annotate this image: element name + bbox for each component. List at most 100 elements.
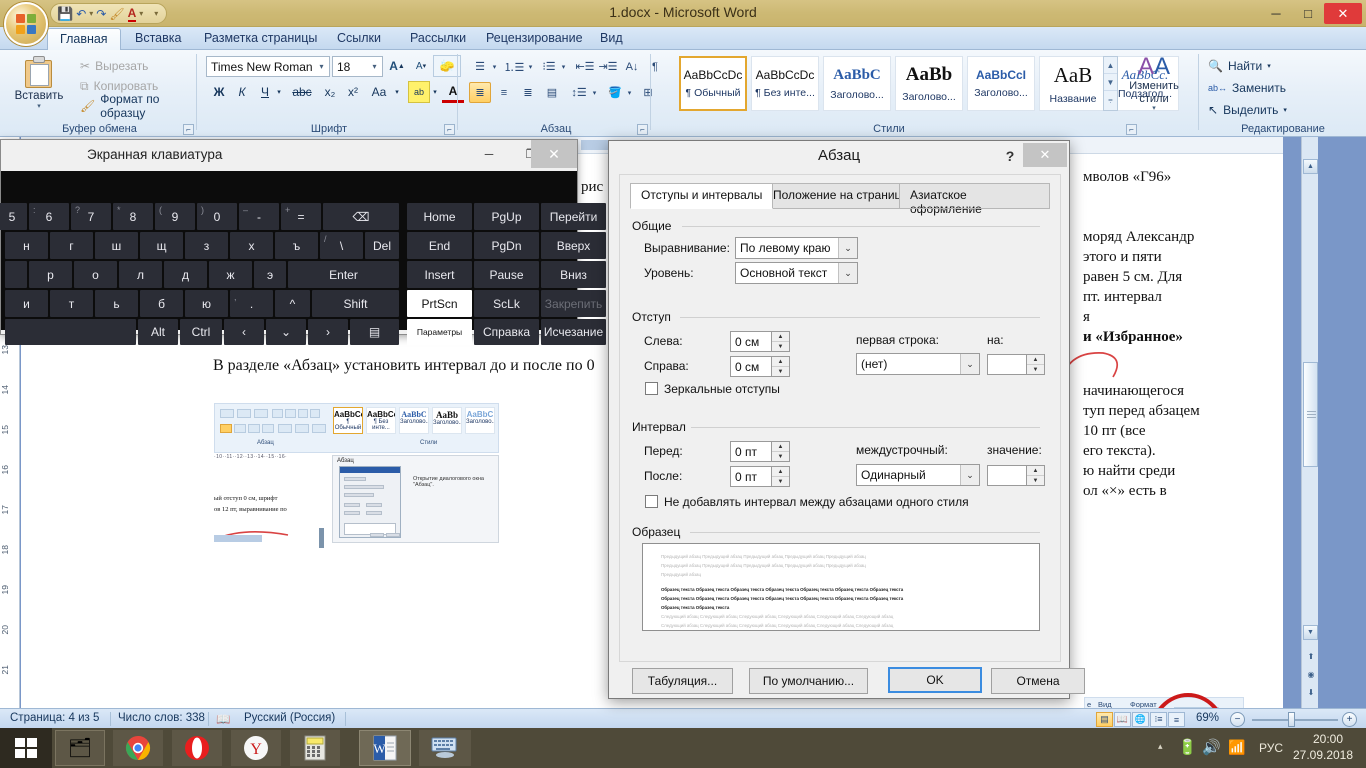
font-color-dropdown-icon[interactable]: ▾: [139, 9, 143, 18]
numbering-icon[interactable]: ⒈☰: [503, 56, 525, 77]
select-browse-object-icon[interactable]: ◉: [1304, 667, 1318, 681]
key-help[interactable]: Справка: [474, 319, 539, 345]
key-backspace[interactable]: ⌫: [323, 203, 399, 230]
key-sh[interactable]: ш: [95, 232, 138, 259]
zoom-slider-thumb[interactable]: [1288, 712, 1295, 727]
tab-page-layout[interactable]: Разметка страницы: [192, 28, 329, 50]
find-dropdown-icon[interactable]: ▾: [1267, 62, 1271, 70]
style-heading-1[interactable]: AaBbC Заголово...: [823, 56, 891, 111]
key-options[interactable]: Параметры: [407, 319, 472, 345]
italic-button[interactable]: К: [231, 81, 253, 103]
font-family-input[interactable]: Times New Roman ▾: [206, 56, 330, 77]
tray-expand-icon[interactable]: ▴: [1158, 741, 1163, 752]
tab-line-and-page-breaks[interactable]: Положение на странице: [762, 183, 919, 209]
clipboard-dialog-launcher[interactable]: ⌐: [183, 124, 194, 135]
chevron-down-icon[interactable]: ▾: [367, 62, 382, 71]
taskbar-calculator-button[interactable]: [290, 730, 340, 766]
spinner-up-icon[interactable]: ▲: [772, 332, 789, 342]
chevron-down-icon[interactable]: ⌄: [960, 465, 979, 485]
view-full-screen-reading-button[interactable]: 📖: [1114, 712, 1131, 727]
osk-close-button[interactable]: ✕: [531, 140, 577, 168]
indent-right-spinner[interactable]: ▲ ▼: [772, 356, 790, 377]
key-7[interactable]: ? 7: [71, 203, 111, 230]
zoom-out-button[interactable]: −: [1230, 712, 1245, 727]
special-indent-select[interactable]: (нет) ⌄: [856, 353, 980, 375]
window-maximize-button[interactable]: □: [1292, 3, 1324, 24]
style-normal[interactable]: AaBbCcDc ¶ Обычный: [679, 56, 747, 111]
scroll-down-button[interactable]: ▼: [1303, 625, 1318, 640]
shading-dropdown-icon[interactable]: ▾: [624, 82, 635, 103]
chevron-down-icon[interactable]: ⌄: [838, 263, 857, 283]
key-shift[interactable]: Shift: [312, 290, 399, 317]
justify-button[interactable]: ▤: [541, 82, 563, 103]
tray-language[interactable]: РУС: [1259, 741, 1283, 755]
taskbar-yandex-button[interactable]: Y: [231, 730, 281, 766]
key-ctrl[interactable]: Ctrl: [180, 319, 222, 345]
style-heading-2[interactable]: AaBb Заголово...: [895, 56, 963, 111]
previous-page-button[interactable]: ⬆: [1304, 649, 1318, 663]
key-alt[interactable]: Alt: [138, 319, 178, 345]
key-o[interactable]: о: [74, 261, 117, 288]
key-enter[interactable]: Enter: [288, 261, 399, 288]
line-spacing-icon[interactable]: ↕☰: [568, 82, 590, 103]
tab-insert[interactable]: Вставка: [123, 28, 193, 50]
key-menu[interactable]: ▤: [350, 319, 399, 345]
font-color-icon[interactable]: A: [127, 6, 137, 22]
volume-icon[interactable]: 🔊: [1202, 738, 1221, 756]
no-space-same-style-checkbox[interactable]: [645, 495, 658, 508]
font-dialog-launcher[interactable]: ⌐: [444, 124, 455, 135]
key-insert[interactable]: Insert: [407, 261, 472, 288]
key-d[interactable]: д: [164, 261, 207, 288]
key-9[interactable]: ( 9: [155, 203, 195, 230]
key-shcha[interactable]: щ: [140, 232, 183, 259]
paragraph-dialog-launcher[interactable]: ⌐: [637, 124, 648, 135]
align-right-button[interactable]: ≣: [517, 82, 539, 103]
grow-font-button[interactable]: A ▲: [386, 55, 408, 77]
shading-icon[interactable]: 🪣: [604, 82, 626, 103]
key-i[interactable]: и: [5, 290, 48, 317]
redo-icon[interactable]: ↷: [96, 7, 106, 21]
spacing-after-spinner[interactable]: ▲ ▼: [772, 466, 790, 487]
key-backslash[interactable]: / \: [320, 232, 363, 259]
tabs-button[interactable]: Табуляция...: [632, 668, 733, 694]
key-period[interactable]: , .: [230, 290, 273, 317]
key-soft-sign[interactable]: ь: [95, 290, 138, 317]
indent-right-input[interactable]: 0 см: [730, 356, 772, 377]
indent-by-spinner[interactable]: ▲ ▼: [1027, 354, 1045, 375]
view-print-layout-button[interactable]: ▤: [1096, 712, 1113, 727]
spinner-up-icon[interactable]: ▲: [1027, 466, 1044, 476]
select-button[interactable]: ↖ Выделить ▾: [1208, 100, 1287, 120]
spinner-up-icon[interactable]: ▲: [772, 467, 789, 477]
paste-button[interactable]: Вставить ▾: [10, 54, 68, 116]
key-n[interactable]: н: [5, 232, 48, 259]
dialog-help-button[interactable]: ?: [999, 145, 1021, 167]
key-pause[interactable]: Pause: [474, 261, 539, 288]
dialog-close-button[interactable]: ✕: [1023, 143, 1067, 167]
style-no-spacing[interactable]: AaBbCcDc ¶ Без инте...: [751, 56, 819, 111]
line-spacing-at-spinner[interactable]: ▲ ▼: [1027, 465, 1045, 486]
taskbar-word-button[interactable]: W: [359, 730, 411, 766]
status-page[interactable]: Страница: 4 из 5: [10, 712, 99, 724]
align-center-button[interactable]: ≡: [493, 82, 515, 103]
key-8[interactable]: * 8: [113, 203, 153, 230]
highlight-dropdown-icon[interactable]: ▾: [429, 81, 441, 103]
key-up[interactable]: Вверх: [541, 232, 606, 259]
cut-button[interactable]: ✂ Вырезать: [78, 56, 148, 76]
zoom-slider-track[interactable]: [1252, 719, 1338, 721]
indent-left-spinner[interactable]: ▲ ▼: [772, 331, 790, 352]
bold-button[interactable]: Ж: [208, 81, 230, 103]
line-spacing-select[interactable]: Одинарный ⌄: [856, 464, 980, 486]
key-g[interactable]: г: [50, 232, 93, 259]
view-draft-button[interactable]: ≡: [1168, 712, 1185, 727]
key-end[interactable]: End: [407, 232, 472, 259]
chevron-down-icon[interactable]: ▾: [314, 62, 329, 71]
change-case-dropdown-icon[interactable]: ▾: [391, 81, 403, 103]
align-left-button[interactable]: ≣: [469, 82, 491, 103]
key-right-arrow[interactable]: ›: [308, 319, 348, 345]
key-goto[interactable]: Перейти: [541, 203, 606, 230]
tab-indents-and-spacing[interactable]: Отступы и интервалы: [630, 183, 774, 209]
change-case-button[interactable]: Aa: [365, 81, 393, 103]
alignment-select[interactable]: По левому краю ⌄: [735, 237, 858, 259]
line-spacing-dropdown-icon[interactable]: ▾: [589, 82, 600, 103]
spinner-up-icon[interactable]: ▲: [772, 442, 789, 452]
